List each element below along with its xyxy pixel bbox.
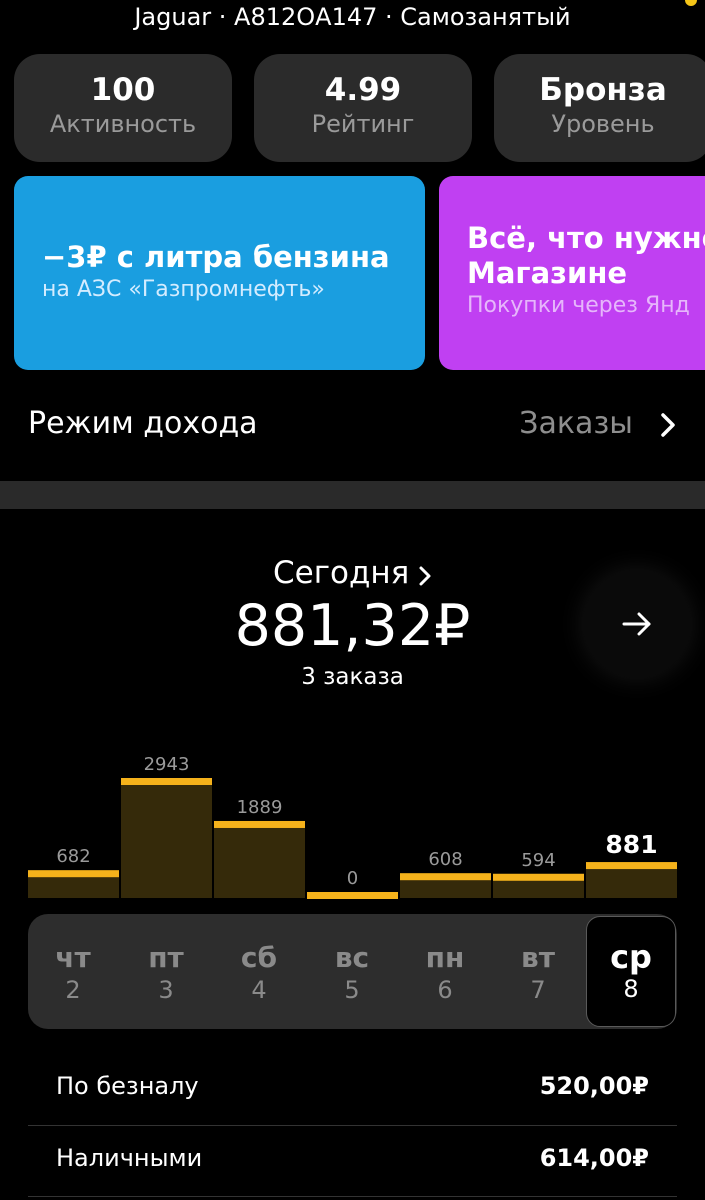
chart-bar-cap <box>121 778 212 785</box>
fuel-promo-card[interactable]: −3₽ с литра бензина на АЗС «Газпромнефть… <box>14 176 425 370</box>
day-name: пн <box>425 941 465 974</box>
activity-label: Активность <box>49 110 197 138</box>
chart-bar-пт[interactable] <box>121 778 212 898</box>
details-arrow-button[interactable] <box>583 570 691 678</box>
day-number: 4 <box>251 976 267 1004</box>
chevron-right-icon <box>419 566 431 586</box>
cash-label: Наличными <box>56 1144 203 1172</box>
today-orders-count: 3 заказа <box>301 664 404 690</box>
level-card[interactable]: Бронза Уровень <box>494 54 705 162</box>
chevron-right-icon <box>661 413 675 437</box>
chart-bar-cap <box>493 873 584 881</box>
day-tab-thu[interactable]: чт 2 <box>28 914 118 1029</box>
shop-promo-subtitle: Покупки через Янд <box>467 293 690 318</box>
cash-amount: 614,00₽ <box>539 1144 649 1172</box>
cashless-row[interactable]: По безналу 520,00₽ <box>28 1054 677 1124</box>
day-number: 3 <box>158 976 174 1004</box>
level-label: Уровень <box>551 110 655 138</box>
chart-bar-сб[interactable] <box>214 820 305 898</box>
chart-value-label: 608 <box>428 849 462 870</box>
day-tab-fri[interactable]: пт 3 <box>121 914 211 1029</box>
chart-value-label: 2943 <box>144 754 190 775</box>
chart-bar-cap <box>400 873 491 881</box>
day-number: 6 <box>437 976 453 1004</box>
day-name: вт <box>521 941 555 974</box>
weekly-earnings-chart: 682 2943 1889 0 608 594 881 <box>28 754 677 899</box>
shop-promo-title-line1: Всё, что нужно <box>467 221 705 255</box>
cash-row[interactable]: Наличными 614,00₽ <box>28 1126 677 1196</box>
section-divider <box>0 481 705 509</box>
chart-value-label: 881 <box>605 830 657 859</box>
today-label: Сегодня <box>273 555 410 591</box>
day-tab-tue[interactable]: вт 7 <box>493 914 583 1029</box>
day-name: сб <box>240 941 278 974</box>
day-number: 8 <box>623 975 639 1003</box>
activity-card[interactable]: 100 Активность <box>14 54 232 162</box>
day-name: вс <box>334 941 370 974</box>
shop-promo-title-line2: Магазине <box>467 256 628 290</box>
day-tab-sun[interactable]: вс 5 <box>307 914 397 1029</box>
day-number: 5 <box>344 976 360 1004</box>
day-selector: чт 2 пт 3 сб 4 вс 5 пн 6 вт 7 ср 8 <box>28 914 677 1029</box>
chart-bar-cap <box>586 862 677 870</box>
fuel-promo-title: −3₽ с литра бензина <box>42 240 390 274</box>
rating-label: Рейтинг <box>311 110 415 138</box>
level-value: Бронза <box>539 72 667 108</box>
chart-value-label: 594 <box>521 850 555 871</box>
chart-value-label: 0 <box>347 868 358 889</box>
cashless-amount: 520,00₽ <box>539 1072 649 1100</box>
rating-card[interactable]: 4.99 Рейтинг <box>254 54 472 162</box>
cashless-label: По безналу <box>56 1072 199 1100</box>
day-name: чт <box>55 941 91 974</box>
chart-bar-cap <box>28 870 119 878</box>
income-mode-value: Заказы <box>519 406 633 441</box>
income-mode-label: Режим дохода <box>28 406 258 441</box>
income-mode-row[interactable]: Режим дохода Заказы <box>0 400 705 456</box>
day-number: 7 <box>530 976 546 1004</box>
day-tab-wed[interactable]: ср 8 <box>586 916 676 1027</box>
day-name: пт <box>148 941 184 974</box>
activity-value: 100 <box>90 72 156 108</box>
row-divider <box>28 1196 677 1197</box>
day-tab-mon[interactable]: пн 6 <box>400 914 490 1029</box>
fuel-promo-subtitle: на АЗС «Газпромнефть» <box>42 277 325 302</box>
chart-bar-cap <box>307 892 398 899</box>
arrow-right-icon <box>622 612 651 636</box>
day-name: ср <box>610 938 652 976</box>
day-number: 2 <box>65 976 81 1004</box>
chart-value-label: 1889 <box>237 797 283 818</box>
chart-bar-cap <box>214 820 305 828</box>
shop-promo-card[interactable]: Всё, что нужно Магазине Покупки через Ян… <box>439 176 705 370</box>
vehicle-info: Jaguar · А812ОА147 · Самозанятый <box>134 3 571 31</box>
rating-value: 4.99 <box>324 72 402 108</box>
day-tab-sat[interactable]: сб 4 <box>214 914 304 1029</box>
chart-value-label: 682 <box>56 846 90 867</box>
